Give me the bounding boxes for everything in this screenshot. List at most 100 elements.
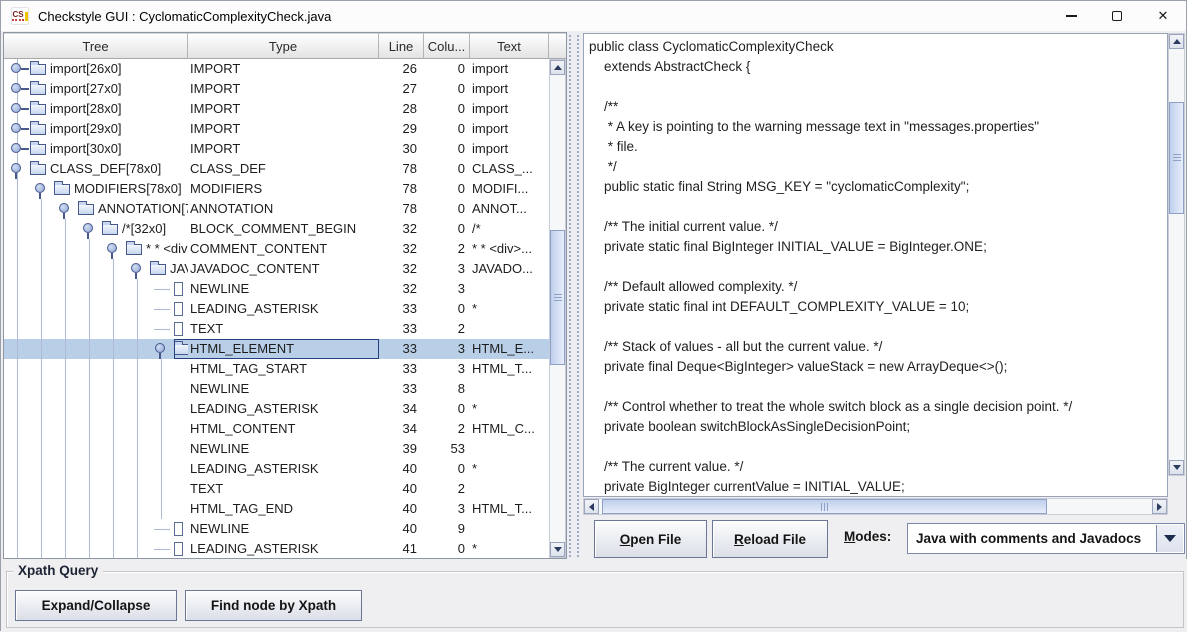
table-row[interactable]: import[28x0]IMPORT280import	[4, 99, 549, 119]
close-button[interactable]: ✕	[1140, 1, 1186, 31]
table-row[interactable]: LEADING_ASTERISK400*	[4, 459, 549, 479]
table-row[interactable]: ANNOTATION[78x0]ANNOTATION780ANNOT...	[4, 199, 549, 219]
table-row[interactable]: LEADING_ASTERISK330*	[4, 299, 549, 319]
table-row[interactable]: import[26x0]IMPORT260import	[4, 59, 549, 79]
expand-toggle-icon[interactable]	[11, 143, 21, 153]
code-scrollbar-thumb[interactable]	[1169, 102, 1184, 214]
table-row[interactable]: /*[32x0]BLOCK_COMMENT_BEGIN320/*	[4, 219, 549, 239]
table-row[interactable]: import[30x0]IMPORT300import	[4, 139, 549, 159]
code-horizontal-scrollbar[interactable]	[583, 498, 1168, 515]
collapse-toggle-icon[interactable]	[11, 163, 21, 173]
table-row[interactable]: HTML_CONTENT342HTML_C...	[4, 419, 549, 439]
collapse-toggle-icon[interactable]	[83, 223, 93, 233]
scroll-left-icon	[589, 503, 594, 511]
open-file-button[interactable]: Open File	[594, 520, 707, 558]
column-header-tree[interactable]: Tree	[4, 33, 188, 59]
split-pane-divider[interactable]	[567, 32, 581, 559]
collapse-toggle-icon[interactable]	[107, 243, 117, 253]
tree-guide-line	[113, 479, 114, 499]
tree-guide-line	[41, 279, 42, 299]
scroll-up-button[interactable]	[550, 60, 565, 75]
table-row[interactable]: NEWLINE323	[4, 279, 549, 299]
column-header-type[interactable]: Type	[188, 33, 379, 59]
tree-vertical-scrollbar[interactable]	[549, 59, 566, 558]
line-cell: 78	[379, 159, 424, 179]
expand-toggle-icon[interactable]	[11, 83, 21, 93]
folder-icon	[30, 104, 46, 115]
table-row[interactable]: HTML_TAG_END403HTML_T...	[4, 499, 549, 519]
tree-guide-line	[65, 459, 66, 479]
line-cell: 30	[379, 139, 424, 159]
text-cell: JAVADO...	[470, 259, 549, 279]
table-row[interactable]: NEWLINE409	[4, 519, 549, 539]
column-cell: 0	[424, 539, 470, 558]
tree-scrollbar-thumb[interactable]	[550, 230, 565, 365]
text-cell: * * <div>...	[470, 239, 549, 259]
table-row[interactable]: JAVADOC[32x3]JAVADOC_CONTENT323JAVADO...	[4, 259, 549, 279]
table-row[interactable]: LEADING_ASTERISK410*	[4, 539, 549, 558]
maximize-button[interactable]	[1094, 1, 1140, 31]
table-row[interactable]: import[29x0]IMPORT290import	[4, 119, 549, 139]
minimize-button[interactable]	[1048, 1, 1094, 31]
scroll-down-button[interactable]	[550, 542, 565, 557]
collapse-toggle-icon[interactable]	[35, 183, 45, 193]
type-cell: IMPORT	[188, 119, 379, 139]
checkstyle-logo-icon: CS	[11, 7, 29, 25]
table-row[interactable]: * * <div>...COMMENT_CONTENT322* * <div>.…	[4, 239, 549, 259]
column-header-line[interactable]: Line	[379, 33, 424, 59]
table-row[interactable]: HTML_ELEMENT333HTML_E...	[4, 339, 549, 359]
table-row[interactable]: TEXT332	[4, 319, 549, 339]
scroll-up-button[interactable]	[1169, 34, 1184, 49]
column-header-text[interactable]: Text	[470, 33, 549, 59]
column-header-column[interactable]: Colu...	[424, 33, 470, 59]
tree-guide-line	[113, 419, 114, 439]
find-node-by-xpath-button[interactable]: Find node by Xpath	[185, 590, 362, 621]
text-cell: ANNOT...	[470, 199, 549, 219]
column-cell: 0	[424, 199, 470, 219]
table-row[interactable]: TEXT402	[4, 479, 549, 499]
scroll-up-icon	[554, 65, 562, 70]
tree-guide-line	[113, 319, 114, 339]
scroll-left-button[interactable]	[584, 499, 599, 514]
tree-guide-line	[137, 499, 138, 519]
tree-guide-line	[89, 439, 90, 459]
table-row[interactable]: NEWLINE338	[4, 379, 549, 399]
modes-dropdown[interactable]: Java with comments and Javadocs	[907, 523, 1185, 554]
code-vertical-scrollbar[interactable]	[1168, 33, 1185, 476]
tree-cell: JAVADOC[32x3]	[4, 259, 188, 279]
expand-toggle-icon[interactable]	[11, 63, 21, 73]
tree-guide-line	[113, 459, 114, 479]
code-hscrollbar-thumb[interactable]	[602, 499, 1047, 514]
column-cell: 0	[424, 299, 470, 319]
table-row[interactable]: MODIFIERS[78x0]MODIFIERS780MODIFI...	[4, 179, 549, 199]
collapse-toggle-icon[interactable]	[59, 203, 69, 213]
tree-guide-line	[17, 539, 18, 558]
collapse-toggle-icon[interactable]	[155, 343, 165, 353]
tree-guide-line	[89, 339, 90, 359]
logo-text: CS	[12, 11, 23, 21]
scroll-right-button[interactable]	[1152, 499, 1167, 514]
tree-guide-line	[17, 459, 18, 479]
table-row[interactable]: NEWLINE3953	[4, 439, 549, 459]
dropdown-arrow-button[interactable]	[1156, 525, 1183, 552]
text-cell	[470, 319, 549, 339]
tree-cell: CLASS_DEF[78x0]	[4, 159, 188, 179]
tree-node-label: import[26x0]	[50, 59, 122, 79]
collapse-toggle-icon[interactable]	[131, 263, 141, 273]
expand-collapse-button[interactable]: Expand/Collapse	[15, 590, 177, 621]
expand-toggle-icon[interactable]	[11, 123, 21, 133]
table-row[interactable]: import[27x0]IMPORT270import	[4, 79, 549, 99]
scroll-down-button[interactable]	[1169, 460, 1184, 475]
reload-file-button[interactable]: Reload File	[712, 520, 828, 558]
type-cell: NEWLINE	[188, 279, 379, 299]
folder-icon	[30, 164, 46, 175]
toggle-stem	[15, 173, 17, 179]
tree-cell	[4, 519, 188, 539]
tree-node-label: import[28x0]	[50, 99, 122, 119]
table-row[interactable]: LEADING_ASTERISK340*	[4, 399, 549, 419]
expand-toggle-icon[interactable]	[11, 103, 21, 113]
source-code-area[interactable]: public class CyclomaticComplexityCheck e…	[583, 33, 1168, 497]
column-cell: 3	[424, 259, 470, 279]
table-row[interactable]: CLASS_DEF[78x0]CLASS_DEF780CLASS_...	[4, 159, 549, 179]
table-row[interactable]: HTML_TAG_START333HTML_T...	[4, 359, 549, 379]
